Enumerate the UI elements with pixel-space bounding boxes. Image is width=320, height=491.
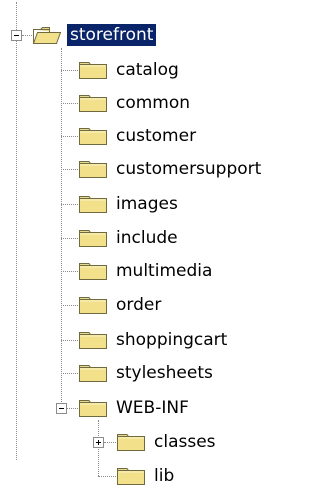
folder-icon (78, 160, 108, 179)
tree-node-classes[interactable]: classes (116, 427, 219, 457)
tree-node-label: multimedia (116, 261, 213, 281)
tree-node-lib[interactable]: lib (116, 461, 177, 491)
tree-node-storefront[interactable]: storefront (32, 20, 157, 50)
tree-node-label: shoppingcart (116, 330, 228, 350)
tree-line-customersupport (61, 169, 78, 170)
tree-node-common[interactable]: common (78, 88, 193, 118)
folder-icon (78, 399, 108, 418)
folder-icon (78, 127, 108, 146)
folder-icon (78, 195, 108, 214)
tree-node-catalog[interactable]: catalog (78, 55, 182, 85)
tree-line-common (61, 103, 78, 104)
tree-node-include[interactable]: include (78, 223, 181, 253)
tree-node-images[interactable]: images (78, 189, 181, 219)
tree-node-label: customersupport (116, 159, 262, 179)
tree-node-label: lib (154, 466, 175, 486)
tree-line-stylesheets (61, 373, 78, 374)
tree-line-multimedia (61, 271, 78, 272)
folder-icon (78, 296, 108, 315)
tree-node-label: WEB-INF (116, 398, 189, 418)
root-collapse-button[interactable] (11, 30, 22, 41)
folder-icon (116, 467, 146, 486)
tree-line-catalog (61, 70, 78, 71)
webinf-collapse-button[interactable] (56, 403, 67, 414)
tree-node-label: catalog (116, 60, 179, 80)
tree-line-shoppingcart (61, 340, 78, 341)
tree-line-root (16, 2, 17, 460)
folder-tree: storefront catalog common customer custo… (0, 0, 285, 488)
tree-line-images (61, 204, 78, 205)
tree-line-lib (98, 476, 116, 477)
tree-line-classes (104, 442, 116, 443)
tree-line-webinf (67, 408, 78, 409)
folder-icon (78, 364, 108, 383)
folder-icon (78, 262, 108, 281)
folder-icon (78, 331, 108, 350)
folder-icon (78, 94, 108, 113)
tree-line-root-h (22, 35, 32, 36)
folder-icon (78, 61, 108, 80)
tree-node-label: images (116, 194, 178, 214)
tree-node-label: common (116, 93, 191, 113)
tree-node-multimedia[interactable]: multimedia (78, 256, 215, 286)
tree-node-label: customer (116, 126, 197, 146)
tree-line-level1 (61, 48, 62, 408)
folder-icon (116, 433, 146, 452)
tree-node-shoppingcart[interactable]: shoppingcart (78, 325, 230, 355)
tree-line-level2 (98, 420, 99, 476)
tree-line-include (61, 238, 78, 239)
tree-node-customersupport[interactable]: customersupport (78, 154, 264, 184)
tree-node-label: include (116, 228, 178, 248)
tree-node-label: classes (154, 432, 216, 452)
tree-node-stylesheets[interactable]: stylesheets (78, 358, 216, 388)
tree-line-order (61, 305, 78, 306)
tree-node-label: storefront (67, 24, 157, 46)
tree-node-customer[interactable]: customer (78, 121, 199, 151)
tree-node-web-inf[interactable]: WEB-INF (78, 393, 192, 423)
tree-node-order[interactable]: order (78, 290, 164, 320)
tree-node-label: stylesheets (116, 363, 213, 383)
tree-line-customer (61, 136, 78, 137)
folder-icon (78, 229, 108, 248)
classes-expand-button[interactable] (93, 437, 104, 448)
folder-open-icon (32, 26, 62, 45)
tree-node-label: order (116, 295, 162, 315)
